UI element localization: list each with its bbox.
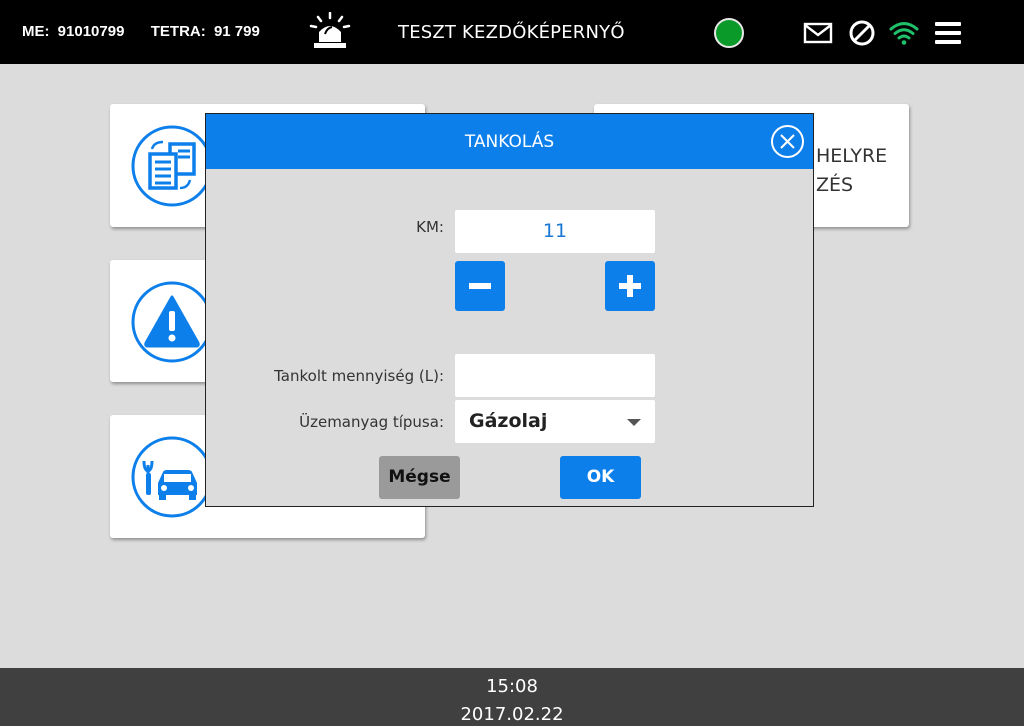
tile-site-arrival-text: HELYRE ZÉS: [816, 142, 887, 200]
tetra-label: TETRA:: [150, 23, 206, 40]
amount-label: Tankolt mennyiség (L):: [274, 367, 444, 385]
fuel-type-value: Gázolaj: [469, 410, 548, 432]
minus-icon: [469, 283, 491, 289]
clock-time: 15:08: [486, 676, 538, 697]
km-increment-button[interactable]: [605, 261, 655, 311]
dropdown-arrow-icon: [627, 419, 641, 426]
bottom-bar: 15:08 2017.02.22: [0, 668, 1024, 726]
me-value: 91010799: [57, 23, 125, 40]
refuel-dialog: TANKOLÁS KM: 11 Tankolt mennyiség (L): Ü…: [205, 113, 814, 507]
tile-site-arrival-line-2: ZÉS: [816, 174, 854, 196]
km-label: KM:: [416, 218, 444, 236]
menu-icon[interactable]: [933, 18, 963, 48]
amount-field[interactable]: [455, 354, 655, 397]
dialog-header: TANKOLÁS: [206, 114, 813, 169]
fuel-type-label: Üzemanyag típusa:: [299, 413, 444, 431]
screen-title: TESZT KEZDŐKÉPERNYŐ: [398, 22, 625, 43]
siren-icon[interactable]: [308, 12, 352, 52]
clock-date: 2017.02.22: [460, 704, 564, 725]
warning-icon: [131, 281, 213, 363]
car-repair-icon: [131, 436, 213, 518]
dialog-title: TANKOLÁS: [464, 132, 555, 152]
top-bar: ME: 91010799 TETRA: 91 799 TESZT KEZDŐKÉ…: [0, 0, 1024, 64]
mail-icon[interactable]: [803, 18, 833, 48]
tetra-value: 91 799: [213, 23, 260, 40]
cancel-button[interactable]: Mégse: [379, 456, 460, 499]
close-icon[interactable]: [770, 124, 805, 159]
blocked-icon[interactable]: [847, 18, 877, 48]
tile-site-arrival-line-1: HELYRE: [816, 145, 888, 167]
km-decrement-button[interactable]: [455, 261, 505, 311]
fuel-type-select[interactable]: Gázolaj: [455, 400, 655, 443]
wifi-icon[interactable]: [889, 18, 919, 48]
connection-status-indicator: [714, 18, 744, 48]
documents-icon: [131, 125, 213, 207]
km-field[interactable]: 11: [455, 210, 655, 253]
device-identity: ME: 91010799 TETRA: 91 799: [22, 23, 264, 40]
plus-icon: [619, 275, 641, 297]
me-label: ME:: [22, 23, 50, 40]
ok-button[interactable]: OK: [560, 456, 641, 499]
